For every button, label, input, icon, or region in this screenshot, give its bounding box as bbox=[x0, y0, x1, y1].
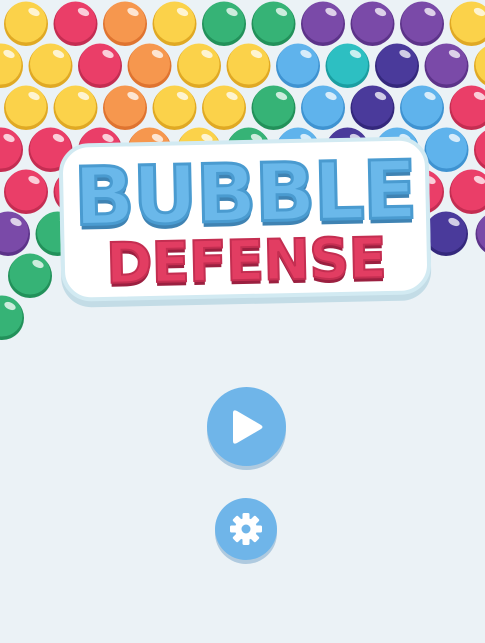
bubble-red bbox=[449, 169, 485, 214]
title-defense: DEFENSE bbox=[104, 225, 387, 298]
bubble-green bbox=[8, 253, 52, 298]
bubble-green bbox=[202, 1, 246, 46]
bubble-orange bbox=[103, 1, 147, 46]
bubble-cyan bbox=[325, 43, 370, 88]
bubble-green bbox=[251, 1, 296, 46]
bubble-yellow bbox=[152, 85, 197, 130]
bubble-blue bbox=[301, 85, 345, 130]
bubble-blue bbox=[424, 127, 469, 172]
bubble-purple bbox=[301, 1, 345, 46]
bubble-green bbox=[0, 295, 24, 340]
play-icon bbox=[232, 409, 262, 444]
bubble-yellow bbox=[53, 85, 98, 130]
bubble-blue bbox=[400, 85, 444, 130]
game-logo: BUBBLE DEFENSE bbox=[58, 136, 432, 302]
bubble-yellow bbox=[449, 1, 485, 46]
bubble-yellow bbox=[0, 43, 23, 88]
bubble-yellow bbox=[28, 43, 73, 88]
bubble-red bbox=[4, 169, 48, 214]
bubble-purple bbox=[424, 43, 469, 88]
bubble-orange bbox=[127, 43, 172, 88]
bubble-navy bbox=[375, 43, 419, 88]
bubble-red bbox=[474, 130, 485, 170]
bubble-red bbox=[78, 43, 122, 88]
bubble-yellow bbox=[226, 43, 271, 88]
play-button[interactable] bbox=[207, 387, 286, 466]
bubble-purple bbox=[350, 1, 395, 46]
bubble-red bbox=[53, 1, 98, 46]
bubble-blue bbox=[276, 43, 320, 88]
bubble-yellow bbox=[4, 85, 48, 130]
bubble-yellow bbox=[4, 1, 48, 46]
bubble-red bbox=[0, 127, 23, 172]
bubble-yellow bbox=[177, 43, 221, 88]
bubble-yellow bbox=[152, 1, 197, 46]
bubble-purple bbox=[0, 211, 30, 256]
bubble-purple bbox=[400, 1, 444, 46]
bubble-yellow bbox=[202, 85, 246, 130]
bubble-green bbox=[251, 85, 296, 130]
bubble-orange bbox=[103, 85, 147, 130]
bubble-red bbox=[449, 85, 485, 130]
gear-icon bbox=[230, 513, 262, 545]
title-bubble: BUBBLE bbox=[71, 142, 417, 245]
bubble-yellow bbox=[474, 46, 485, 86]
bubble-navy bbox=[350, 85, 395, 130]
settings-button[interactable] bbox=[215, 498, 277, 560]
bubble-purple bbox=[475, 215, 485, 253]
